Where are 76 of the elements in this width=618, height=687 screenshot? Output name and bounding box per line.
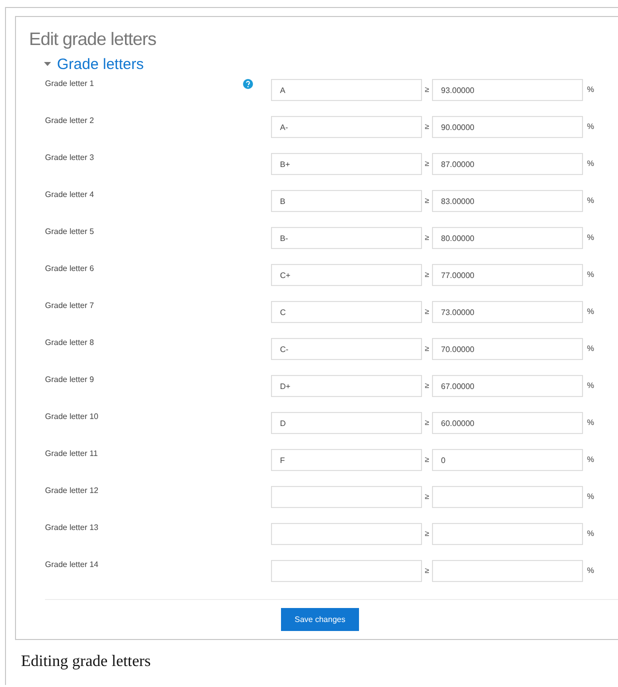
sign-text: ≥ [424,158,430,170]
sign-text: ≥ [424,454,430,466]
help-icon[interactable] [243,79,253,89]
field-label: Grade letter 3 [45,153,95,162]
sign-text: ≥ [424,121,430,133]
caret-icon[interactable] [44,62,51,67]
sign-text: ≥ [424,84,430,96]
boundary-field[interactable] [432,523,583,545]
unit-text: % [587,158,594,170]
field-label: Grade letter 8 [45,338,95,347]
letter-field[interactable] [271,523,422,545]
sign-text: ≥ [424,380,430,392]
field-label: Grade letter 14 [45,560,100,569]
letter-field[interactable]: C- [271,338,422,360]
boundary-field[interactable]: 90.00000 [432,116,583,138]
boundary-field[interactable]: 87.00000 [432,153,583,175]
field-label: Grade letter 2 [45,116,95,125]
unit-text: % [587,417,594,429]
field-label: Grade letter 9 [45,375,95,384]
letter-field[interactable]: C+ [271,264,422,286]
boundary-field[interactable]: 0 [432,449,583,471]
field-label: Grade letter 4 [45,190,95,199]
sign-text: ≥ [424,232,430,244]
boundary-field[interactable]: 70.00000 [432,338,583,360]
letter-field[interactable]: B+ [271,153,422,175]
sign-text: ≥ [424,269,430,281]
field-label: Grade letter 12 [45,486,100,495]
unit-text: % [587,454,594,466]
field-label: Grade letter 7 [45,301,95,310]
unit-text: % [587,528,594,540]
boundary-field[interactable]: 93.00000 [432,79,583,101]
letter-field[interactable]: B- [271,227,422,249]
sign-text: ≥ [424,343,430,355]
unit-text: % [587,195,594,207]
unit-text: % [587,121,594,133]
boundary-field[interactable] [432,486,583,508]
boundary-field[interactable]: 60.00000 [432,412,583,434]
letter-field[interactable]: F [271,449,422,471]
unit-text: % [587,565,594,577]
section-title[interactable]: Grade letters [57,56,144,73]
field-label: Grade letter 1 [45,79,95,88]
field-label: Grade letter 6 [45,264,95,273]
letter-field[interactable]: D [271,412,422,434]
unit-text: % [587,84,594,96]
sign-text: ≥ [424,528,430,540]
boundary-field[interactable]: 67.00000 [432,375,583,397]
boundary-field[interactable]: 73.00000 [432,301,583,323]
field-label: Grade letter 5 [45,227,95,236]
boundary-field[interactable]: 80.00000 [432,227,583,249]
sign-text: ≥ [424,565,430,577]
unit-text: % [587,343,594,355]
caption: Editing grade letters [21,653,152,671]
letter-field[interactable]: A- [271,116,422,138]
letter-field[interactable]: B [271,190,422,212]
unit-text: % [587,380,594,392]
boundary-field[interactable]: 77.00000 [432,264,583,286]
letter-field[interactable]: A [271,79,422,101]
sign-text: ≥ [424,306,430,318]
boundary-field[interactable] [432,560,583,582]
field-label: Grade letter 11 [45,449,99,458]
sign-text: ≥ [424,195,430,207]
letter-field[interactable] [271,486,422,508]
page-title: Edit grade letters [29,29,158,50]
letter-field[interactable]: D+ [271,375,422,397]
field-label: Grade letter 13 [45,523,100,532]
unit-text: % [587,306,594,318]
sign-text: ≥ [424,417,430,429]
unit-text: % [587,232,594,244]
sign-text: ≥ [424,491,430,503]
unit-text: % [587,269,594,281]
letter-field[interactable] [271,560,422,582]
unit-text: % [587,491,594,503]
save-button[interactable]: Save changes [281,608,359,631]
boundary-field[interactable]: 83.00000 [432,190,583,212]
letter-field[interactable]: C [271,301,422,323]
field-label: Grade letter 10 [45,412,100,421]
